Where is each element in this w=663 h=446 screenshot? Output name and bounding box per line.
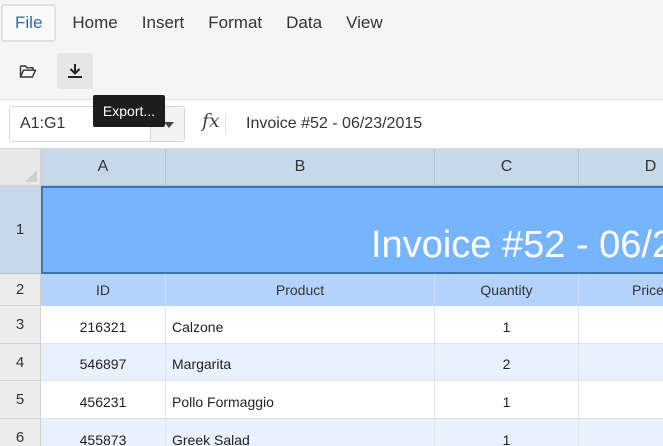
name-box-value: A1:G1 <box>20 115 66 132</box>
row-header-2[interactable]: 2 <box>0 274 41 306</box>
formula-separator <box>225 114 226 134</box>
formula-input[interactable]: Invoice #52 - 06/23/2015 <box>246 108 422 140</box>
header-cell-quantity[interactable]: Quantity <box>435 274 579 306</box>
table-cell[interactable]: 1 <box>435 306 579 344</box>
column-header-a[interactable]: A <box>41 149 166 186</box>
table-cell[interactable]: 455873 <box>41 419 166 446</box>
table-cell[interactable]: Calzone <box>166 306 435 344</box>
column-header-c[interactable]: C <box>435 149 579 186</box>
menu-view[interactable]: View <box>334 4 395 42</box>
toolbar <box>0 44 663 100</box>
table-cell[interactable]: 456231 <box>41 381 166 419</box>
menu-home[interactable]: Home <box>60 4 129 42</box>
table-cell[interactable]: 1 <box>435 419 579 446</box>
select-all-corner[interactable] <box>0 149 41 186</box>
table-cell[interactable]: 216321 <box>41 306 166 344</box>
table-cell[interactable] <box>579 419 663 446</box>
table-cell[interactable]: 2 <box>435 344 579 381</box>
download-icon <box>68 64 82 78</box>
spreadsheet-grid: A B C D 1 2 3 4 5 6 Invoice #52 - 06/23/… <box>0 149 663 446</box>
column-header-d[interactable]: D <box>579 149 663 186</box>
row-header-6[interactable]: 6 <box>0 419 41 446</box>
row-header-1[interactable]: 1 <box>0 186 41 274</box>
row-header-4[interactable]: 4 <box>0 344 41 381</box>
menu-bar: File Home Insert Format Data View <box>0 0 663 44</box>
menu-format[interactable]: Format <box>196 4 274 42</box>
export-button[interactable] <box>57 53 93 89</box>
header-cell-product[interactable]: Product <box>166 274 435 306</box>
table-cell[interactable] <box>579 381 663 419</box>
header-cell-id[interactable]: ID <box>41 274 166 306</box>
title-cell[interactable]: Invoice #52 - 06/23/2015 <box>41 186 663 274</box>
menu-file[interactable]: File <box>1 4 57 42</box>
row-header-5[interactable]: 5 <box>0 381 41 419</box>
menu-data[interactable]: Data <box>274 4 334 42</box>
table-cell[interactable] <box>579 344 663 381</box>
export-tooltip: Export... <box>93 95 165 127</box>
open-button[interactable] <box>10 53 46 89</box>
menu-insert[interactable]: Insert <box>130 4 197 42</box>
table-cell[interactable] <box>579 306 663 344</box>
table-cell[interactable]: 1 <box>435 381 579 419</box>
fx-icon: fx <box>202 110 220 132</box>
header-cell-price[interactable]: Price <box>579 274 663 306</box>
table-cell[interactable]: 546897 <box>41 344 166 381</box>
folder-open-icon <box>19 65 37 78</box>
invoice-title: Invoice #52 - 06/23/2015 <box>371 224 663 266</box>
table-cell[interactable]: Greek Salad <box>166 419 435 446</box>
table-cell[interactable]: Margarita <box>166 344 435 381</box>
row-header-3[interactable]: 3 <box>0 306 41 344</box>
table-cell[interactable]: Pollo Formaggio <box>166 381 435 419</box>
column-header-b[interactable]: B <box>166 149 435 186</box>
